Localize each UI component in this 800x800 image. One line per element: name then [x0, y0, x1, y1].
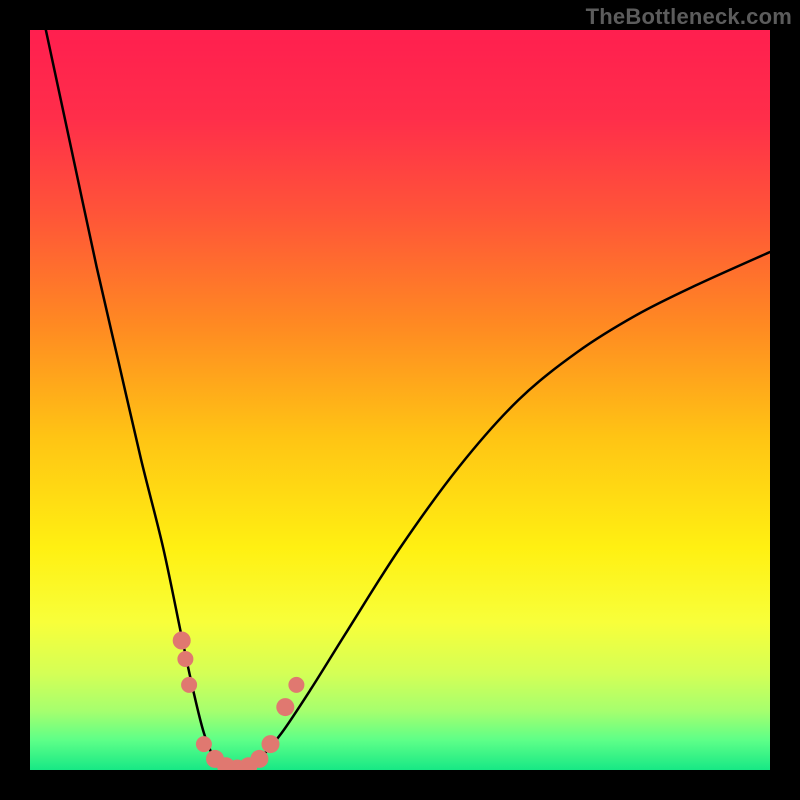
scatter-points: [173, 632, 305, 771]
watermark-text: TheBottleneck.com: [586, 4, 792, 30]
plot-area: [30, 30, 770, 770]
outer-frame: TheBottleneck.com: [0, 0, 800, 800]
scatter-dot: [181, 677, 197, 693]
scatter-dot: [177, 651, 193, 667]
bottleneck-curve: [30, 30, 770, 770]
scatter-dot: [173, 632, 191, 650]
scatter-dot: [288, 677, 304, 693]
scatter-dot: [196, 736, 212, 752]
scatter-dot: [262, 735, 280, 753]
chart-svg: [30, 30, 770, 770]
scatter-dot: [250, 750, 268, 768]
scatter-dot: [276, 698, 294, 716]
